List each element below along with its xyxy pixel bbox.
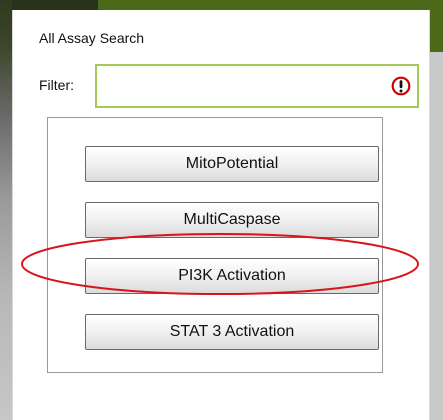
assay-search-dialog: All Assay Search Filter: MitoPotential M… <box>12 10 430 420</box>
assay-button-stat3-activation[interactable]: STAT 3 Activation <box>85 314 379 350</box>
assay-button-multicaspase[interactable]: MultiCaspase <box>85 202 379 238</box>
background-right-strip <box>428 52 443 420</box>
assay-list: MitoPotential MultiCaspase PI3K Activati… <box>47 117 383 373</box>
background-left-strip <box>0 0 12 420</box>
dialog-title: All Assay Search <box>39 30 145 46</box>
assay-button-mitopotential[interactable]: MitoPotential <box>85 146 379 182</box>
filter-field[interactable] <box>95 64 419 108</box>
assay-button-pi3k-activation[interactable]: PI3K Activation <box>85 258 379 294</box>
alert-exclamation-icon <box>391 76 411 96</box>
filter-input[interactable] <box>97 66 377 106</box>
filter-label: Filter: <box>39 77 74 93</box>
